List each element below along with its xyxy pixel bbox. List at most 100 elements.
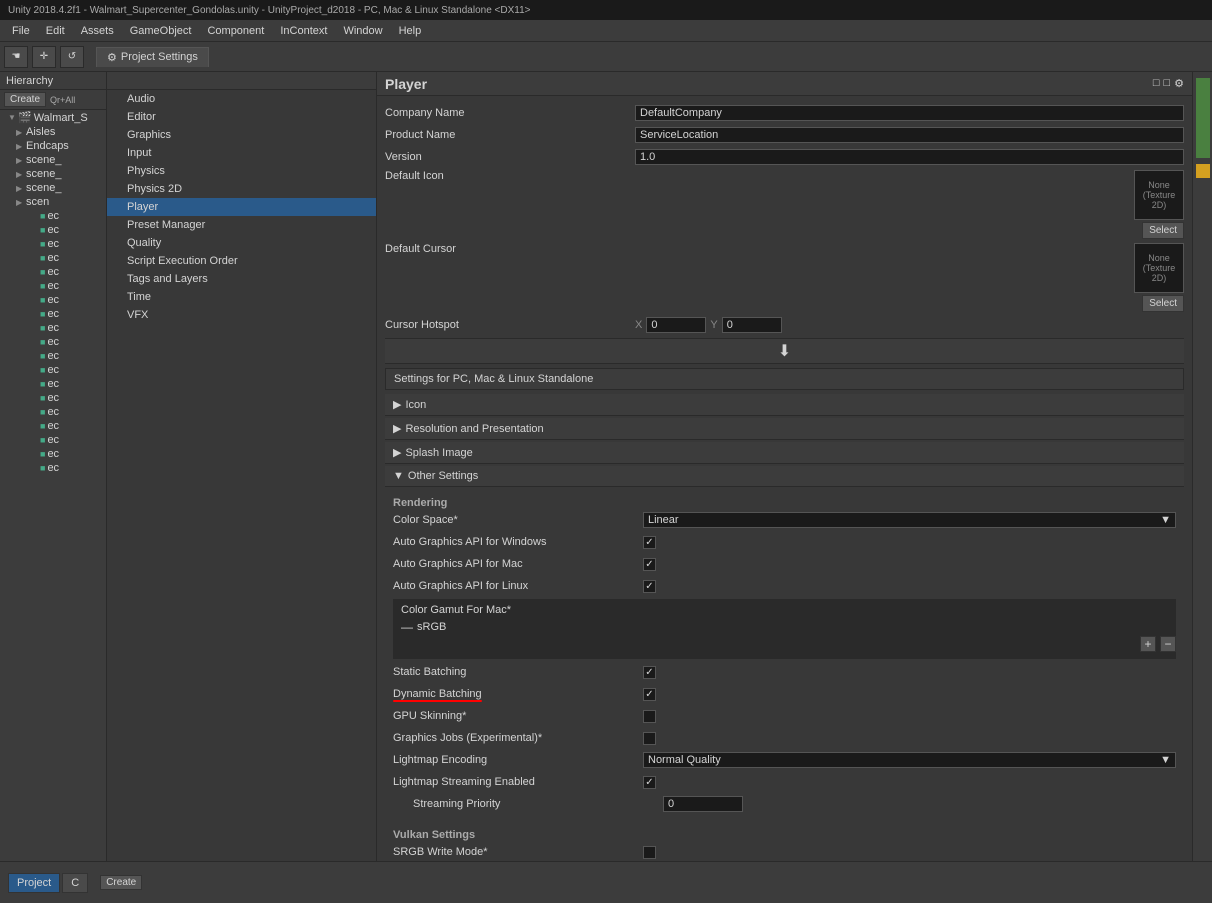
settings-audio[interactable]: Audio <box>107 90 376 108</box>
settings-gear-icon[interactable]: ⚙ <box>1174 77 1184 90</box>
default-icon-select-btn[interactable]: Select <box>1142 222 1184 239</box>
tree-item-ec13[interactable]: ■ec <box>32 377 106 391</box>
tree-item-ec14[interactable]: ■ec <box>32 391 106 405</box>
project-settings-tab[interactable]: ⚙ Project Settings <box>96 47 209 67</box>
settings-graphics[interactable]: Graphics <box>107 126 376 144</box>
tree-item-walmart[interactable]: ▼ 🎬 Walmart_S <box>0 110 106 125</box>
color-space-dropdown[interactable]: Linear ▼ <box>643 512 1176 528</box>
settings-player[interactable]: Player <box>107 198 376 216</box>
hierarchy-create-btn[interactable]: Create <box>4 92 46 107</box>
auto-graphics-mac-label: Auto Graphics API for Mac <box>393 558 643 570</box>
auto-graphics-mac-checkbox[interactable]: ✓ <box>643 558 656 571</box>
lightmap-streaming-checkbox[interactable]: ✓ <box>643 776 656 789</box>
main-layout: Hierarchy Create Qr+All ▼ 🎬 Walmart_S ▶ … <box>0 72 1212 861</box>
ec-label17: ec <box>47 434 59 446</box>
menu-help[interactable]: Help <box>391 23 430 39</box>
ec-icon6: ■ <box>40 281 45 291</box>
menu-edit[interactable]: Edit <box>38 23 73 39</box>
default-cursor-select-btn[interactable]: Select <box>1142 295 1184 312</box>
version-input[interactable] <box>635 149 1184 165</box>
section-resolution[interactable]: ▶ Resolution and Presentation <box>385 418 1184 440</box>
settings-preset[interactable]: Preset Manager <box>107 216 376 234</box>
hand-tool-btn[interactable]: ☚ <box>4 46 28 68</box>
hotspot-x-input[interactable] <box>646 317 706 333</box>
settings-input[interactable]: Input <box>107 144 376 162</box>
bottom-create-btn[interactable]: Create <box>100 875 142 890</box>
tree-item-ec12[interactable]: ■ec <box>32 363 106 377</box>
bottom-panel: Project C Create <box>0 861 1212 903</box>
move-tool-btn[interactable]: ✛ <box>32 46 56 68</box>
default-icon-container: None(Texture2D) Select <box>635 170 1184 239</box>
tree-item-ec18[interactable]: ■ec <box>32 447 106 461</box>
tree-item-ec3[interactable]: ■ec <box>32 237 106 251</box>
tree-item-scene2[interactable]: ▶ scene_ <box>0 167 106 181</box>
tree-item-ec15[interactable]: ■ec <box>32 405 106 419</box>
gpu-skinning-checkbox[interactable] <box>643 710 656 723</box>
settings-script-order[interactable]: Script Execution Order <box>107 252 376 270</box>
tree-item-ec16[interactable]: ■ec <box>32 419 106 433</box>
info-icon[interactable]: □ <box>1163 77 1170 90</box>
product-name-input[interactable] <box>635 127 1184 143</box>
tree-item-ec1[interactable]: ■ec <box>32 209 106 223</box>
company-name-input[interactable] <box>635 105 1184 121</box>
ec-label11: ec <box>47 350 59 362</box>
hierarchy-all-btn[interactable]: Qr+All <box>50 95 75 105</box>
settings-editor[interactable]: Editor <box>107 108 376 126</box>
color-gamut-header-label: Color Gamut For Mac* <box>393 602 1176 618</box>
lightmap-encoding-dropdown[interactable]: Normal Quality ▼ <box>643 752 1176 768</box>
settings-tags-layers[interactable]: Tags and Layers <box>107 270 376 288</box>
default-cursor-label: Default Cursor <box>385 243 635 255</box>
platform-label-text: Settings for PC, Mac & Linux Standalone <box>394 373 593 385</box>
menu-assets[interactable]: Assets <box>73 23 122 39</box>
tree-item-ec17[interactable]: ■ec <box>32 433 106 447</box>
bottom-tab-console[interactable]: C <box>62 873 88 893</box>
menu-window[interactable]: Window <box>335 23 390 39</box>
tree-item-ec5[interactable]: ■ec <box>32 265 106 279</box>
static-batching-checkbox[interactable]: ✓ <box>643 666 656 679</box>
menu-file[interactable]: File <box>4 23 38 39</box>
tree-item-ec10[interactable]: ■ec <box>32 335 106 349</box>
bottom-tab-project[interactable]: Project <box>8 873 60 893</box>
tree-item-ec4[interactable]: ■ec <box>32 251 106 265</box>
rotate-tool-btn[interactable]: ↺ <box>60 46 84 68</box>
tree-item-ec2[interactable]: ■ec <box>32 223 106 237</box>
section-splash[interactable]: ▶ Splash Image <box>385 442 1184 464</box>
tree-item-ec11[interactable]: ■ec <box>32 349 106 363</box>
tree-item-ec19[interactable]: ■ec <box>32 461 106 475</box>
tree-item-endcaps[interactable]: ▶ Endcaps <box>0 139 106 153</box>
auto-graphics-linux-checkbox[interactable]: ✓ <box>643 580 656 593</box>
hotspot-y-input[interactable] <box>722 317 782 333</box>
menu-component[interactable]: Component <box>199 23 272 39</box>
tree-item-ec9[interactable]: ■ec <box>32 321 106 335</box>
section-icon[interactable]: ▶ Icon <box>385 394 1184 416</box>
tree-item-scene3[interactable]: ▶ scene_ <box>0 181 106 195</box>
tree-item-ec8[interactable]: ■ec <box>32 307 106 321</box>
remove-gamut-btn[interactable]: − <box>1160 636 1176 652</box>
hierarchy-toolbar: Create Qr+All <box>0 90 106 110</box>
graphics-jobs-checkbox[interactable] <box>643 732 656 745</box>
add-gamut-btn[interactable]: + <box>1140 636 1156 652</box>
settings-physics2d[interactable]: Physics 2D <box>107 180 376 198</box>
ec-icon4: ■ <box>40 253 45 263</box>
menu-incontext[interactable]: InContext <box>272 23 335 39</box>
ec-icon12: ■ <box>40 365 45 375</box>
settings-time[interactable]: Time <box>107 288 376 306</box>
tree-item-scene1[interactable]: ▶ scene_ <box>0 153 106 167</box>
menu-gameobject[interactable]: GameObject <box>122 23 200 39</box>
settings-quality[interactable]: Quality <box>107 234 376 252</box>
tree-item-ec7[interactable]: ■ec <box>32 293 106 307</box>
settings-physics[interactable]: Physics <box>107 162 376 180</box>
tree-item-aisles[interactable]: ▶ Aisles <box>0 125 106 139</box>
section-other[interactable]: ▼ Other Settings <box>385 466 1184 487</box>
tree-item-scen4[interactable]: ▶ scen <box>0 195 106 209</box>
dynamic-batching-checkbox[interactable]: ✓ <box>643 688 656 701</box>
static-batching-label: Static Batching <box>393 666 643 678</box>
tree-item-ec6[interactable]: ■ec <box>32 279 106 293</box>
streaming-priority-input[interactable] <box>663 796 743 812</box>
bottom-tabs: Project C <box>8 873 88 893</box>
default-icon-box: None(Texture2D) <box>1134 170 1184 220</box>
srgb-write-checkbox[interactable] <box>643 846 656 859</box>
settings-vfx[interactable]: VFX <box>107 306 376 324</box>
lock-icon[interactable]: □ <box>1153 77 1160 90</box>
auto-graphics-windows-checkbox[interactable]: ✓ <box>643 536 656 549</box>
